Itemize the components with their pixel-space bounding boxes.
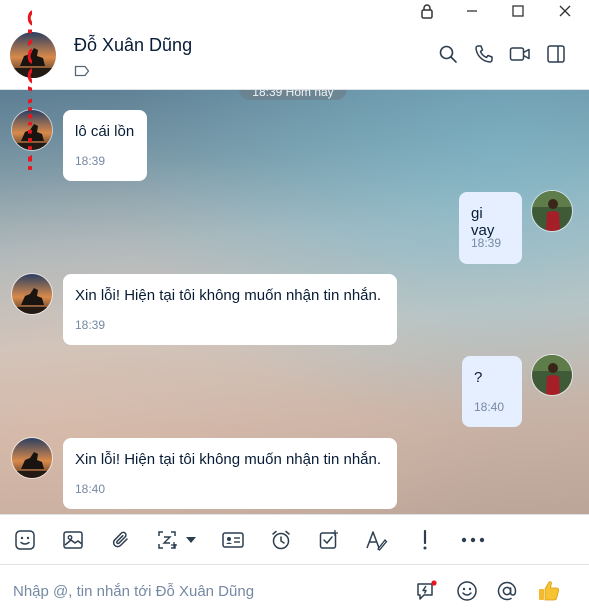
message-bubble-incoming[interactable]: Xin lỗi! Hiện tại tôi không muốn nhận ti…: [63, 438, 397, 509]
sender-avatar[interactable]: [11, 437, 53, 479]
chevron-down-icon[interactable]: [180, 527, 202, 553]
message-bubble-outgoing[interactable]: ? 18:40: [462, 356, 522, 427]
urgent-exclamation-icon[interactable]: [412, 527, 438, 553]
message-time: 18:39: [75, 154, 106, 168]
message-time: 18:39: [75, 318, 106, 332]
mention-icon[interactable]: [494, 578, 520, 604]
svg-text:CKSCAM.INFO: CKSCAM.INFO: [22, 8, 32, 174]
message-time: 18:40: [474, 400, 505, 414]
image-icon[interactable]: [60, 527, 86, 553]
minimize-icon[interactable]: [452, 0, 492, 22]
attachment-icon[interactable]: [108, 527, 134, 553]
message-text: gi vay: [471, 205, 495, 239]
sticker-icon[interactable]: [12, 527, 38, 553]
message-bubble-incoming[interactable]: Xin lỗi! Hiện tại tôi không muốn nhận ti…: [63, 274, 397, 345]
message-input[interactable]: [0, 565, 400, 616]
message-text: lô cái lồn: [75, 123, 135, 140]
video-call-icon[interactable]: [508, 42, 532, 66]
quick-message-icon[interactable]: [414, 578, 440, 604]
reminder-clock-icon[interactable]: [268, 527, 294, 553]
emoji-icon[interactable]: [454, 578, 480, 604]
my-avatar[interactable]: [531, 190, 573, 232]
message-text: Xin lỗi! Hiện tại tôi không muốn nhận ti…: [75, 451, 382, 468]
screenshot-icon[interactable]: [154, 527, 180, 553]
maximize-icon[interactable]: [498, 0, 538, 22]
message-bubble-incoming[interactable]: lô cái lồn 18:39: [63, 110, 147, 181]
message-time: 18:40: [75, 482, 106, 496]
message-text: Xin lỗi! Hiện tại tôi không muốn nhận ti…: [75, 287, 382, 304]
composer: [0, 564, 589, 616]
lock-icon[interactable]: [407, 0, 447, 22]
more-options-icon[interactable]: [460, 527, 486, 553]
contact-card-icon[interactable]: [220, 527, 246, 553]
tag-icon[interactable]: [74, 64, 92, 78]
close-icon[interactable]: [545, 0, 585, 22]
message-list[interactable]: 18:39 Hôm nay lô cái lồn 18:39 gi vay 18…: [0, 90, 589, 514]
text-format-icon[interactable]: [363, 527, 389, 553]
contact-name[interactable]: Đỗ Xuân Dũng: [74, 35, 192, 56]
message-time: 18:39: [471, 236, 502, 250]
chat-header: Đỗ Xuân Dũng: [0, 22, 589, 90]
date-divider: 18:39 Hôm nay: [239, 90, 347, 100]
sender-avatar[interactable]: [11, 273, 53, 315]
sidebar-toggle-icon[interactable]: [544, 42, 568, 66]
message-text: ?: [474, 369, 483, 386]
watermark-logo: CKSCAM.INFO CENTER: [2, 4, 53, 202]
search-icon[interactable]: [436, 42, 460, 66]
message-bubble-outgoing[interactable]: gi vay 18:39: [459, 192, 522, 264]
window-titlebar: [0, 0, 589, 22]
my-avatar[interactable]: [531, 354, 573, 396]
composer-toolbar: [0, 514, 589, 564]
task-check-icon[interactable]: [316, 527, 342, 553]
phone-icon[interactable]: [472, 42, 496, 66]
thumbs-up-icon[interactable]: [536, 578, 562, 604]
